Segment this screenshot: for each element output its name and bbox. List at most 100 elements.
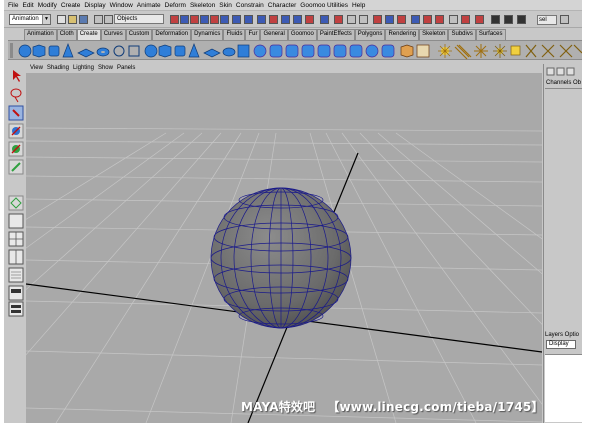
select-hull-icon[interactable] — [305, 15, 314, 24]
menu-window[interactable]: Window — [108, 0, 135, 11]
volume-light-icon — [525, 44, 537, 58]
layer-display-select[interactable]: Display — [546, 340, 576, 349]
select-object-icon[interactable] — [104, 15, 113, 24]
menu-skeleton[interactable]: Skeleton — [188, 0, 217, 11]
tab-painteffects[interactable]: PaintEffects — [316, 29, 355, 40]
clapboard-ipr-icon[interactable] — [504, 15, 513, 24]
tab-animation[interactable]: Animation — [24, 29, 57, 40]
tab-goomoo[interactable]: Goomoo — [287, 29, 317, 40]
menu-help[interactable]: Help — [350, 0, 367, 11]
tab-curves[interactable]: Curves — [100, 29, 126, 40]
panel-menu-lighting[interactable]: Lighting — [71, 64, 96, 73]
history-output-icon[interactable] — [423, 15, 432, 24]
selection-mask-field[interactable]: Objects — [114, 14, 164, 24]
menu-constrain[interactable]: Constrain — [234, 0, 266, 11]
clapboard-icon[interactable] — [491, 15, 500, 24]
tab-create[interactable]: Create — [76, 29, 101, 40]
camera-aim-up-icon — [573, 44, 582, 54]
menu-character[interactable]: Character — [266, 0, 299, 11]
select-face-icon[interactable] — [293, 15, 302, 24]
menu-deform[interactable]: Deform — [163, 0, 188, 11]
select-by-handle-icon[interactable] — [170, 15, 179, 24]
subdiv-sphere-icon — [253, 44, 267, 58]
tab-dynamics[interactable]: Dynamics — [191, 29, 224, 40]
select-by-rendering-icon[interactable] — [232, 15, 241, 24]
tab-deformation[interactable]: Deformation — [152, 29, 192, 40]
render-current-frame-icon[interactable] — [449, 15, 458, 24]
select-by-joint-icon[interactable] — [180, 15, 189, 24]
toggle-attribute-editor-icon[interactable] — [560, 15, 569, 24]
tab-fluids[interactable]: Fluids — [223, 29, 246, 40]
lock-selection-icon[interactable] — [320, 15, 329, 24]
layer-editor-tabs[interactable]: Layers Optio — [545, 332, 579, 338]
perspective-viewport[interactable] — [26, 73, 542, 423]
nurbs-circle-icon — [113, 45, 125, 57]
history-input-icon[interactable] — [411, 15, 420, 24]
tab-custom[interactable]: Custom — [125, 29, 153, 40]
tab-general[interactable]: General — [260, 29, 288, 40]
make-live-icon[interactable] — [397, 15, 406, 24]
select-param-icon[interactable] — [269, 15, 278, 24]
select-tool-icon — [13, 70, 21, 82]
snap-grid-icon[interactable] — [347, 15, 356, 24]
select-point-icon[interactable] — [257, 15, 266, 24]
point-light-icon — [474, 44, 488, 58]
spot-light-icon — [493, 44, 507, 58]
new-scene-icon[interactable] — [57, 15, 66, 24]
panel-menu-view[interactable]: View — [28, 64, 45, 73]
subdiv-cone-icon — [301, 44, 315, 58]
menu-goomoo-utilities[interactable]: Goomoo Utilities — [298, 0, 350, 11]
panel-menu-show[interactable]: Show — [96, 64, 115, 73]
select-by-dynamic-icon[interactable] — [220, 15, 229, 24]
menu-display[interactable]: Display — [82, 0, 107, 11]
poly-cone-icon — [188, 43, 200, 58]
poly-cylinder-icon — [174, 45, 186, 57]
menu-file[interactable]: File — [6, 0, 20, 11]
select-line-icon[interactable] — [281, 15, 290, 24]
ipr-render-icon[interactable] — [461, 15, 470, 24]
menu-set-select[interactable]: Animation ▼ — [9, 14, 51, 25]
snap-curve-icon[interactable] — [359, 15, 368, 24]
menu-modify[interactable]: Modify — [36, 0, 59, 11]
poly-cube-icon — [158, 44, 172, 58]
panel-menu-panels[interactable]: Panels — [115, 64, 137, 73]
highlight-selection-icon[interactable] — [334, 15, 343, 24]
paint-select-tool-icon — [8, 105, 24, 121]
select-by-deformer-icon[interactable] — [210, 15, 219, 24]
tab-surfaces[interactable]: Surfaces — [475, 29, 506, 40]
tab-fur[interactable]: Fur — [245, 29, 261, 40]
render-globals-icon[interactable] — [475, 15, 484, 24]
tab-polygons[interactable]: Polygons — [354, 29, 386, 40]
construction-history-icon[interactable] — [435, 15, 444, 24]
select-by-curve-icon[interactable] — [190, 15, 199, 24]
render-settings-icon[interactable] — [517, 15, 526, 24]
channel-box-tabs[interactable]: Channels Ob — [546, 80, 581, 86]
tab-skeleton[interactable]: Skeleton — [419, 29, 449, 40]
snap-view-plane-icon[interactable] — [385, 15, 394, 24]
poly-plane-icon — [203, 48, 221, 58]
save-scene-icon[interactable] — [79, 15, 88, 24]
panel-menu-shading[interactable]: Shading — [45, 64, 71, 73]
select-by-surface-icon[interactable] — [200, 15, 209, 24]
menu-edit[interactable]: Edit — [20, 0, 35, 11]
tab-subdivs[interactable]: Subdivs — [448, 29, 476, 40]
menu-create[interactable]: Create — [59, 0, 83, 11]
layout-two-pane-icon — [8, 249, 24, 265]
nurbs-cube-icon — [32, 44, 46, 58]
snap-point-icon[interactable] — [373, 15, 382, 24]
layer-list — [545, 354, 582, 422]
text-curve-icon — [416, 44, 430, 58]
tab-rendering[interactable]: Rendering — [385, 29, 420, 40]
select-by-misc-icon[interactable] — [244, 15, 253, 24]
lasso-tool-icon — [10, 88, 22, 103]
menu-skin[interactable]: Skin — [217, 0, 234, 11]
select-hierarchy-icon[interactable] — [94, 15, 103, 24]
nurbs-square-icon — [128, 45, 140, 57]
chevron-down-icon: ▼ — [42, 15, 50, 24]
camera-aim-icon — [559, 44, 573, 58]
menu-animate[interactable]: Animate — [135, 0, 163, 11]
show-manipulator-icon — [8, 195, 24, 211]
open-scene-icon[interactable] — [68, 15, 77, 24]
quick-selection-field[interactable]: sel — [537, 15, 557, 25]
tab-cloth[interactable]: Cloth — [56, 29, 77, 40]
